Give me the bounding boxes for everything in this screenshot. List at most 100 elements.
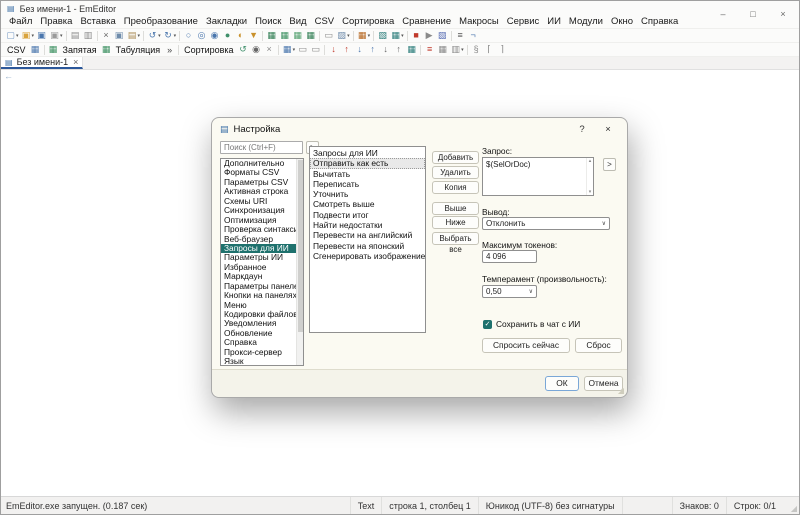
select-column-icon-dropdown[interactable]: ▾ — [293, 47, 296, 53]
customize-icon[interactable]: ¬ — [467, 29, 480, 42]
close-button[interactable]: × — [768, 1, 798, 27]
menu-item-6[interactable]: Вид — [285, 16, 310, 27]
replace-icon[interactable]: ◎ — [195, 29, 208, 42]
request-item[interactable]: Перевести на японский — [310, 241, 425, 251]
select-all-button[interactable]: Выбрать все — [432, 232, 479, 245]
category-item[interactable]: Маркдаун — [221, 272, 303, 281]
category-item[interactable]: Веб-браузер — [221, 235, 303, 244]
save-chat-checkbox[interactable]: ✓ — [483, 320, 492, 329]
new-file-icon-dropdown[interactable]: ▾ — [16, 33, 19, 39]
request-item[interactable]: Запросы для ИИ — [310, 148, 425, 158]
category-item[interactable]: Прокси-сервер — [221, 348, 303, 357]
prompt-textarea[interactable]: $(SelOrDoc) ▴ ▾ — [482, 157, 594, 196]
comma-grid-icon[interactable]: ▦ — [47, 43, 60, 56]
menu-item-5[interactable]: Поиск — [251, 16, 285, 27]
print-preview-icon[interactable]: ▥ — [82, 29, 95, 42]
tab-untitled[interactable]: ▤ Без имени-1 × — [1, 57, 83, 69]
status-char-count[interactable]: Знаков: 0 — [672, 497, 726, 514]
category-item[interactable]: Параметры CSV — [221, 178, 303, 187]
delimiter-icon-dropdown[interactable]: ▾ — [461, 47, 464, 53]
filter-icon[interactable]: ▼ — [247, 29, 260, 42]
csv-grid-icon[interactable]: ▦ — [29, 43, 42, 56]
category-item[interactable]: Кодировки файлов — [221, 310, 303, 319]
dialog-resize-grip[interactable]: ◢ — [618, 386, 624, 395]
save-all-icon-dropdown[interactable]: ▾ — [60, 33, 63, 39]
menu-item-7[interactable]: CSV — [311, 16, 339, 27]
special-chars-icon[interactable]: § — [470, 43, 483, 56]
open-file-icon-dropdown[interactable]: ▾ — [32, 33, 35, 39]
category-item[interactable]: Параметры ИИ — [221, 253, 303, 262]
sort-length-descending-icon[interactable]: ↑ — [392, 43, 405, 56]
maximize-button[interactable]: □ — [738, 1, 768, 27]
category-item[interactable]: Запросы для ИИ — [221, 244, 303, 253]
request-item[interactable]: Перевести на английский — [310, 230, 425, 240]
request-item[interactable]: Найти недостатки — [310, 220, 425, 230]
category-item[interactable]: Дополнительно — [221, 159, 303, 168]
split-panel-icon[interactable]: ▭ — [309, 43, 322, 56]
request-item[interactable]: Отправить как есть — [310, 158, 425, 168]
category-scrollbar[interactable] — [296, 159, 303, 365]
prompt-macro-button[interactable]: > — [603, 158, 616, 171]
macro-icon[interactable]: ▧ — [436, 29, 449, 42]
run-macro-icon[interactable]: ▶ — [423, 29, 436, 42]
sort-num-ascending-icon[interactable]: ↓ — [353, 43, 366, 56]
menu-item-1[interactable]: Правка — [36, 16, 76, 27]
menu-item-11[interactable]: Сервис — [503, 16, 544, 27]
csv-mode-button[interactable]: CSV — [4, 45, 29, 55]
category-item[interactable]: Язык — [221, 357, 303, 366]
status-line-count[interactable]: Строк: 0/1 — [726, 497, 783, 514]
ask-now-button[interactable]: Спросить сейчас — [482, 338, 570, 353]
request-item[interactable]: Смотреть выше — [310, 199, 425, 209]
minimize-button[interactable]: – — [708, 1, 738, 27]
csv-options-icon[interactable]: ▦ — [304, 29, 317, 42]
status-encoding[interactable]: Юникод (UTF-8) без сигнатуры — [478, 497, 622, 514]
max-tokens-input[interactable]: 4 096 — [482, 250, 537, 263]
request-item[interactable]: Подвести итог — [310, 210, 425, 220]
menu-item-8[interactable]: Сортировка — [338, 16, 398, 27]
category-item[interactable]: Меню — [221, 301, 303, 310]
category-item[interactable]: Схемы URI — [221, 197, 303, 206]
workspace-icon[interactable]: ▧ — [376, 29, 389, 42]
request-item[interactable]: Вычитать — [310, 169, 425, 179]
request-item[interactable]: Уточнить — [310, 189, 425, 199]
category-item[interactable]: Кнопки на панелях — [221, 291, 303, 300]
category-item[interactable]: Оптимизация — [221, 216, 303, 225]
tab-close-icon[interactable]: × — [73, 57, 78, 67]
category-item[interactable]: Проверка синтаксиса — [221, 225, 303, 234]
sort-length-ascending-icon[interactable]: ↓ — [379, 43, 392, 56]
sort-az-descending-icon[interactable]: ↑ — [340, 43, 353, 56]
line-numbers-icon[interactable]: ≡ — [423, 43, 436, 56]
mail-icon[interactable]: ▭ — [322, 29, 335, 42]
paste-icon-dropdown[interactable]: ▾ — [138, 33, 141, 39]
dialog-help-button[interactable]: ? — [571, 122, 593, 137]
menu-item-12[interactable]: ИИ — [543, 16, 565, 27]
panel-list-icon[interactable]: ≡ — [454, 29, 467, 42]
replace-in-files-icon[interactable]: ● — [221, 29, 234, 42]
category-item[interactable]: Обновление — [221, 329, 303, 338]
scrollbar-thumb[interactable] — [298, 160, 303, 332]
request-item[interactable]: Переписать — [310, 179, 425, 189]
find-icon[interactable]: ○ — [182, 29, 195, 42]
category-item[interactable]: Избранное — [221, 263, 303, 272]
toolbar-overflow-chevron[interactable]: » — [163, 45, 176, 55]
sort-num-descending-icon[interactable]: ↑ — [366, 43, 379, 56]
save-icon[interactable]: ▣ — [35, 29, 48, 42]
heading-row-icon[interactable]: ◉ — [250, 43, 263, 56]
redo-icon-dropdown[interactable]: ▾ — [174, 33, 177, 39]
freeze-panel-icon[interactable]: ▭ — [296, 43, 309, 56]
category-item[interactable]: Синхронизация — [221, 206, 303, 215]
margin-right-icon[interactable]: ⌉ — [496, 43, 509, 56]
find-in-files-icon[interactable]: ◉ — [208, 29, 221, 42]
move-down-button[interactable]: Ниже — [432, 216, 479, 229]
category-item[interactable]: Параметры панелей — [221, 282, 303, 291]
edit-document-icon-dropdown[interactable]: ▾ — [347, 33, 350, 39]
menu-item-3[interactable]: Преобразование — [120, 16, 202, 27]
menu-item-14[interactable]: Окно — [607, 16, 637, 27]
menu-item-0[interactable]: Файл — [5, 16, 36, 27]
scroll-down-icon[interactable]: ▾ — [589, 189, 592, 195]
request-item[interactable]: Сгенерировать изображение — [310, 251, 425, 261]
menu-item-13[interactable]: Модули — [565, 16, 607, 27]
csv-comma-icon[interactable]: ▦ — [278, 29, 291, 42]
csv-convert-icon[interactable]: ▦ — [265, 29, 278, 42]
settings-search-input[interactable] — [220, 141, 303, 154]
